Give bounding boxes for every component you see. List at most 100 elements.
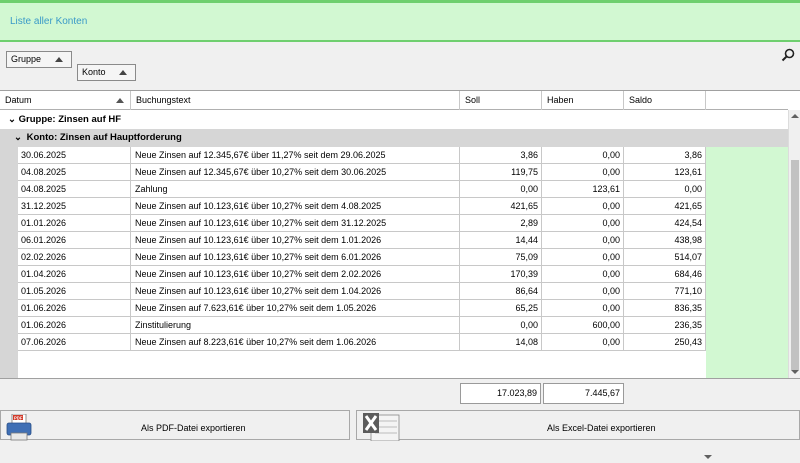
column-header-soll[interactable]: Soll bbox=[460, 91, 542, 110]
table-row[interactable]: 07.06.2026 Neue Zinsen auf 8.223,61€ über… bbox=[0, 334, 788, 351]
table-row[interactable]: 01.06.2026 Neue Zinsen auf 7.623,61€ über… bbox=[0, 300, 788, 317]
pdf-printer-icon: PDF bbox=[6, 414, 32, 441]
group-chip-gruppe[interactable]: Gruppe bbox=[6, 51, 72, 68]
group-chip-label: Gruppe bbox=[11, 54, 42, 64]
cell-haben: 0,00 bbox=[542, 198, 624, 215]
table-row[interactable]: 01.01.2026 Neue Zinsen auf 10.123,61€ übe… bbox=[0, 215, 788, 232]
cell-saldo: 250,43 bbox=[624, 334, 706, 351]
cell-haben: 0,00 bbox=[542, 164, 624, 181]
cell-datum: 02.02.2026 bbox=[18, 249, 131, 266]
report-header: Liste aller Konten bbox=[0, 0, 800, 42]
cell-saldo: 3,86 bbox=[624, 147, 706, 164]
row-indent bbox=[0, 334, 18, 351]
group-chip-konto[interactable]: Konto bbox=[77, 64, 136, 81]
table-row[interactable]: 02.02.2026 Neue Zinsen auf 10.123,61€ übe… bbox=[0, 249, 788, 266]
row-indent bbox=[0, 300, 18, 317]
cell-buchungstext: Neue Zinsen auf 8.223,61€ über 10,27% se… bbox=[131, 334, 460, 351]
scroll-thumb[interactable] bbox=[791, 160, 799, 370]
cell-buchungstext: Neue Zinsen auf 10.123,61€ über 10,27% s… bbox=[131, 283, 460, 300]
total-soll: 17.023,89 bbox=[460, 383, 541, 404]
row-indent bbox=[0, 266, 18, 283]
row-indent bbox=[0, 147, 18, 164]
export-pdf-button[interactable]: PDF Als PDF-Datei exportieren bbox=[0, 410, 350, 441]
excel-file-icon bbox=[363, 413, 400, 441]
table-row[interactable]: 31.12.2025 Neue Zinsen auf 10.123,61€ übe… bbox=[0, 198, 788, 215]
cell-haben: 600,00 bbox=[542, 317, 624, 334]
cell-highlight bbox=[706, 317, 788, 334]
cell-saldo: 514,07 bbox=[624, 249, 706, 266]
cell-buchungstext: Neue Zinsen auf 7.623,61€ über 10,27% se… bbox=[131, 300, 460, 317]
group-row-konto[interactable]: ⌄ Konto: Zinsen auf Hauptforderung bbox=[0, 129, 788, 147]
cell-saldo: 438,98 bbox=[624, 232, 706, 249]
scroll-up-icon[interactable] bbox=[791, 114, 799, 118]
row-indent bbox=[0, 232, 18, 249]
cell-buchungstext: Neue Zinsen auf 10.123,61€ über 10,27% s… bbox=[131, 215, 460, 232]
accounts-grid: Datum Buchungstext Soll Haben Saldo ⌄ Gr… bbox=[0, 90, 800, 463]
column-header-haben[interactable]: Haben bbox=[542, 91, 624, 110]
cell-buchungstext: Neue Zinsen auf 10.123,61€ über 10,27% s… bbox=[131, 232, 460, 249]
cell-highlight bbox=[706, 181, 788, 198]
cell-soll: 75,09 bbox=[460, 249, 542, 266]
cell-soll: 0,00 bbox=[460, 181, 542, 198]
cell-soll: 421,65 bbox=[460, 198, 542, 215]
export-excel-button[interactable]: Als Excel-Datei exportieren bbox=[356, 410, 800, 441]
cell-saldo: 123,61 bbox=[624, 164, 706, 181]
cell-soll: 14,08 bbox=[460, 334, 542, 351]
export-pdf-label: Als PDF-Datei exportieren bbox=[141, 423, 246, 433]
cell-highlight bbox=[706, 300, 788, 317]
total-haben: 7.445,67 bbox=[543, 383, 624, 404]
sort-ascending-icon bbox=[119, 70, 127, 75]
table-row[interactable]: 01.06.2026 Zinstitulierung 0,00 600,00 236,3… bbox=[0, 317, 788, 334]
cell-buchungstext: Zahlung bbox=[131, 181, 460, 198]
cell-highlight bbox=[706, 249, 788, 266]
collapse-chevron-icon[interactable]: ⌄ bbox=[8, 111, 16, 129]
vertical-scrollbar[interactable] bbox=[788, 110, 800, 378]
cell-buchungstext: Zinstitulierung bbox=[131, 317, 460, 334]
cell-soll: 65,25 bbox=[460, 300, 542, 317]
collapse-chevron-icon[interactable]: ⌄ bbox=[14, 129, 24, 147]
cell-haben: 0,00 bbox=[542, 215, 624, 232]
table-row[interactable]: 04.08.2025 Zahlung 0,00 123,61 0,00 bbox=[0, 181, 788, 198]
svg-text:PDF: PDF bbox=[14, 415, 23, 420]
scroll-down-icon[interactable] bbox=[791, 370, 799, 374]
cell-buchungstext: Neue Zinsen auf 12.345,67€ über 10,27% s… bbox=[131, 164, 460, 181]
cell-datum: 04.08.2025 bbox=[18, 164, 131, 181]
search-icon[interactable] bbox=[781, 48, 795, 62]
highlight-fill bbox=[706, 351, 788, 379]
cell-highlight bbox=[706, 266, 788, 283]
grouping-panel: Gruppe Konto bbox=[0, 42, 800, 90]
table-row[interactable]: 30.06.2025 Neue Zinsen auf 12.345,67€ übe… bbox=[0, 147, 788, 164]
cell-soll: 0,00 bbox=[460, 317, 542, 334]
dropdown-triangle-icon bbox=[704, 455, 712, 459]
cell-haben: 0,00 bbox=[542, 283, 624, 300]
cell-datum: 01.06.2026 bbox=[18, 317, 131, 334]
row-indent bbox=[0, 283, 18, 300]
cell-highlight bbox=[706, 283, 788, 300]
cell-datum: 30.06.2025 bbox=[18, 147, 131, 164]
cell-datum: 01.04.2026 bbox=[18, 266, 131, 283]
cell-saldo: 836,35 bbox=[624, 300, 706, 317]
cell-haben: 123,61 bbox=[542, 181, 624, 198]
report-title: Liste aller Konten bbox=[10, 16, 88, 27]
column-header-saldo[interactable]: Saldo bbox=[624, 91, 706, 110]
table-row[interactable]: 01.04.2026 Neue Zinsen auf 10.123,61€ übe… bbox=[0, 266, 788, 283]
row-indent bbox=[0, 317, 18, 334]
column-header-datum[interactable]: Datum bbox=[0, 91, 131, 110]
cell-datum: 01.06.2026 bbox=[18, 300, 131, 317]
row-indent bbox=[0, 164, 18, 181]
table-row[interactable]: 04.08.2025 Neue Zinsen auf 12.345,67€ übe… bbox=[0, 164, 788, 181]
group-row-gruppe[interactable]: ⌄ Gruppe: Zinsen auf HF bbox=[0, 111, 788, 129]
cell-buchungstext: Neue Zinsen auf 10.123,61€ über 10,27% s… bbox=[131, 249, 460, 266]
group-row-label: Konto: Zinsen auf Hauptforderung bbox=[26, 132, 182, 143]
sort-ascending-icon bbox=[116, 98, 124, 103]
data-rows: 30.06.2025 Neue Zinsen auf 12.345,67€ übe… bbox=[0, 147, 788, 351]
cell-haben: 0,00 bbox=[542, 249, 624, 266]
cell-saldo: 0,00 bbox=[624, 181, 706, 198]
cell-soll: 14,44 bbox=[460, 232, 542, 249]
table-row[interactable]: 01.05.2026 Neue Zinsen auf 10.123,61€ übe… bbox=[0, 283, 788, 300]
column-header-buchungstext[interactable]: Buchungstext bbox=[131, 91, 460, 110]
table-row[interactable]: 06.01.2026 Neue Zinsen auf 10.123,61€ übe… bbox=[0, 232, 788, 249]
horizontal-scrollbar[interactable] bbox=[0, 451, 788, 463]
row-indent bbox=[0, 181, 18, 198]
cell-haben: 0,00 bbox=[542, 334, 624, 351]
